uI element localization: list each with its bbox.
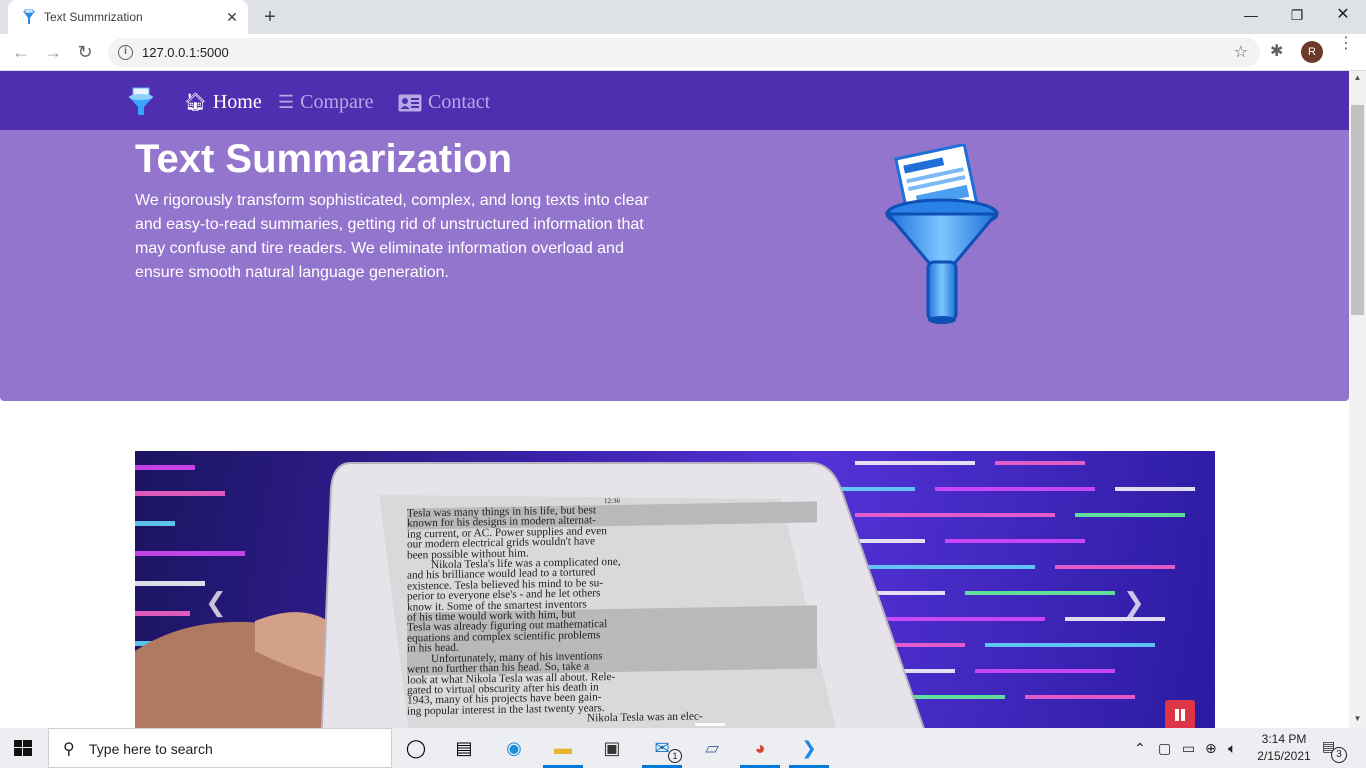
nav-home-link[interactable]: 🏠︎ Home (184, 91, 262, 114)
taskbar-search-placeholder: Type here to search (89, 741, 213, 757)
notification-badge: 3 (1331, 747, 1347, 763)
browser-toolbar: ← → ↻ i 127.0.0.1:5000 ☆ (0, 34, 1366, 71)
system-clock[interactable]: 3:14 PM 2/15/2021 (1252, 731, 1316, 765)
scroll-thumb[interactable] (1351, 105, 1364, 315)
forward-arrow-icon[interactable]: → (40, 40, 66, 64)
volume-icon[interactable]: 🔈︎ (1228, 740, 1236, 757)
hero-section: Text Summarization We rigorously transfo… (0, 130, 1349, 401)
laptop-app-icon[interactable]: ▱ (700, 736, 724, 760)
chrome-icon[interactable]: ◕ (748, 736, 772, 760)
restore-icon[interactable]: ❐ (1274, 0, 1320, 30)
browser-menu-icon[interactable]: ⋮ (1338, 36, 1354, 52)
scroll-up-icon[interactable]: ▲ (1349, 73, 1366, 85)
network-globe-icon[interactable]: ⊕ (1205, 740, 1217, 757)
funnel-logo-icon[interactable] (128, 87, 154, 117)
site-info-icon[interactable]: i (118, 45, 133, 60)
windows-start-icon[interactable] (14, 740, 32, 756)
profile-avatar[interactable]: R (1301, 41, 1323, 63)
carousel-indicator[interactable] (695, 723, 725, 726)
nav-compare-link[interactable]: ☰ Compare (278, 91, 373, 114)
address-card-icon (398, 94, 422, 111)
edge-icon[interactable]: ◉ (502, 736, 526, 760)
tab-title: Text Summrization (44, 10, 143, 24)
nav-compare-label: Compare (300, 91, 374, 113)
bookmark-star-icon[interactable]: ☆ (1234, 42, 1248, 62)
page-viewport: 🏠︎ Home ☰ Compare Contact Text Summariza… (0, 71, 1349, 728)
pause-button[interactable] (1165, 700, 1195, 728)
browser-tabstrip: Text Summrization ✕ + — ❐ ✕ (0, 0, 1366, 34)
battery-icon[interactable]: ▭ (1182, 740, 1195, 757)
vscode-icon[interactable]: ❯ (797, 736, 821, 760)
file-explorer-icon[interactable]: ▬ (551, 736, 575, 760)
reload-icon[interactable]: ↻ (72, 40, 98, 64)
extensions-puzzle-icon[interactable]: ✱ (1270, 41, 1283, 61)
tablet-text-block: 12:36 Tesla was many things in his life,… (407, 493, 817, 728)
url-text[interactable]: 127.0.0.1:5000 (142, 45, 229, 60)
clock-date: 2/15/2021 (1257, 749, 1311, 763)
address-bar[interactable]: i 127.0.0.1:5000 ☆ (108, 38, 1260, 67)
window-close-icon[interactable]: ✕ (1320, 0, 1366, 30)
mail-badge: 1 (668, 749, 682, 763)
search-icon: ⚲ (63, 741, 75, 758)
nav-contact-label: Contact (428, 91, 491, 113)
windows-taskbar: ⚲ Type here to search ◯ ▤ ◉ ▬ ▣ ✉ 1 ▱ ◕ … (0, 728, 1366, 768)
list-icon: ☰ (278, 92, 295, 112)
chevron-left-icon[interactable]: ❮ (205, 587, 227, 618)
page-scrollbar[interactable]: ▲ ▼ (1349, 71, 1366, 728)
minimize-icon[interactable]: — (1228, 0, 1274, 30)
funnel-favicon-icon (23, 9, 35, 24)
document-funnel-icon (884, 144, 1000, 324)
cortana-icon[interactable]: ◯ (404, 736, 428, 760)
clock-time: 3:14 PM (1261, 732, 1307, 746)
browser-tab[interactable]: Text Summrization ✕ (8, 0, 248, 34)
task-view-icon[interactable]: ▤ (452, 736, 476, 760)
image-carousel[interactable]: 12:36 Tesla was many things in his life,… (135, 451, 1215, 728)
hero-description: We rigorously transform sophisticated, c… (135, 192, 649, 281)
chevron-right-icon[interactable]: ❯ (1123, 587, 1145, 618)
tab-close-icon[interactable]: ✕ (224, 9, 240, 25)
site-navbar: 🏠︎ Home ☰ Compare Contact (0, 71, 1349, 130)
nav-contact-link[interactable]: Contact (398, 91, 490, 114)
taskbar-search-box[interactable]: ⚲ Type here to search (48, 728, 392, 768)
show-hidden-icons-icon[interactable]: ⌃ (1134, 740, 1146, 757)
scroll-down-icon[interactable]: ▼ (1349, 714, 1366, 726)
back-arrow-icon[interactable]: ← (8, 40, 34, 64)
nav-home-label: Home (212, 91, 262, 113)
hero-title: Text Summarization (135, 137, 513, 181)
pause-icon-bar (1181, 709, 1185, 721)
store-icon[interactable]: ▣ (600, 736, 624, 760)
new-tab-icon[interactable]: + (258, 6, 282, 28)
home-icon: 🏠︎ (184, 92, 207, 112)
meet-now-icon[interactable]: ▢ (1158, 740, 1171, 757)
pause-icon (1175, 709, 1179, 721)
